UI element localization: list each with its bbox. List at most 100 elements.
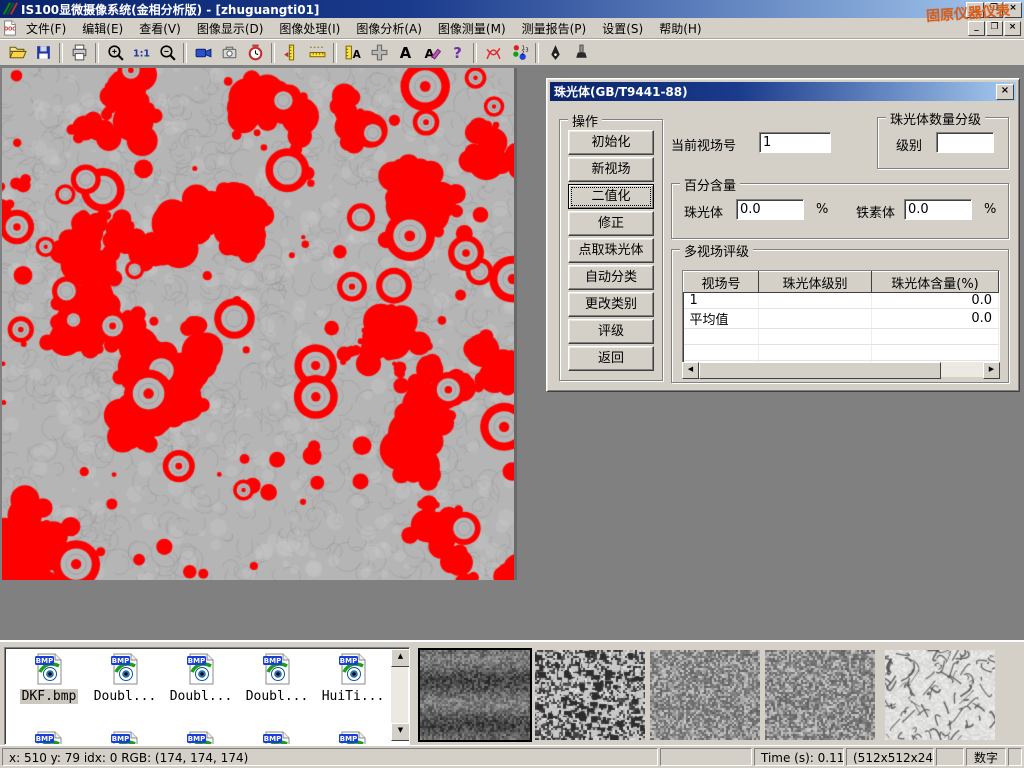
document-icon[interactable]: DOC — [2, 20, 18, 36]
file-item[interactable]: BMPDKF.bmp — [13, 652, 85, 704]
toolbar-separator — [333, 43, 337, 63]
file-item[interactable]: BMPDoubl... — [165, 652, 237, 704]
caliper-icon[interactable] — [278, 41, 304, 64]
pearlite-percent-input[interactable] — [736, 199, 804, 220]
table-row[interactable] — [684, 329, 1001, 345]
file-item-partial[interactable]: BMP — [317, 730, 389, 745]
count-points-icon[interactable]: 123 — [506, 41, 532, 64]
scroll-left-icon[interactable]: ◀ — [682, 362, 699, 379]
menu-item-measure-report[interactable]: 测量报告(P) — [514, 18, 595, 39]
file-name: Doubl... — [168, 689, 235, 704]
scroll-thumb[interactable] — [699, 362, 941, 379]
table-row[interactable]: 平均值0.0 — [684, 309, 1001, 329]
ferrite-percent-input[interactable] — [904, 199, 972, 220]
titlebar: IS100显微摄像系统(金相分析版) - [zhuguangti01] _ ❐ … — [0, 0, 1024, 18]
open-file-icon[interactable] — [4, 41, 30, 64]
menu-item-image-analysis[interactable]: 图像分析(A) — [348, 18, 430, 39]
menu-item-image-process[interactable]: 图像处理(I) — [271, 18, 348, 39]
timer-icon[interactable] — [242, 41, 268, 64]
scroll-up-icon[interactable]: ▲ — [391, 649, 410, 667]
zoom-out-icon[interactable] — [154, 41, 180, 64]
menu-item-image-measure[interactable]: 图像测量(M) — [430, 18, 514, 39]
op-button-8[interactable]: 评级 — [568, 319, 654, 344]
table-hscrollbar[interactable]: ◀ ▶ — [682, 362, 1000, 377]
help-icon[interactable]: ? — [444, 41, 470, 64]
table-header-1[interactable]: 视场号 — [684, 272, 759, 293]
file-item-partial[interactable]: BMP — [89, 730, 161, 745]
merge-icon[interactable] — [366, 41, 392, 64]
ruler-icon[interactable] — [304, 41, 330, 64]
op-button-7[interactable]: 更改类别 — [568, 292, 654, 317]
svg-text:DOC: DOC — [4, 27, 16, 33]
op-button-5[interactable]: 点取珠光体 — [568, 238, 654, 263]
thumbnail-2[interactable] — [535, 650, 645, 740]
op-button-4[interactable]: 修正 — [568, 211, 654, 236]
file-item[interactable]: BMPDoubl... — [241, 652, 313, 704]
text-style-icon[interactable]: A — [418, 41, 444, 64]
operation-group: 操作 初始化新视场二值化修正点取珠光体自动分类更改类别评级返回 — [559, 119, 663, 381]
menu-item-view[interactable]: 查看(V) — [131, 18, 189, 39]
op-button-1[interactable]: 初始化 — [568, 130, 654, 155]
thumbnail-3[interactable] — [650, 650, 760, 740]
brush-icon[interactable] — [568, 41, 594, 64]
measure-label-icon[interactable]: A — [340, 41, 366, 64]
video-camera-icon[interactable] — [190, 41, 216, 64]
table-header-4[interactable]: 铁素体 — [999, 272, 1001, 293]
print-icon[interactable] — [66, 41, 92, 64]
svg-text:A: A — [399, 45, 411, 62]
file-item-partial[interactable]: BMP — [13, 730, 85, 745]
menu-item-help[interactable]: 帮助(H) — [651, 18, 709, 39]
table-row[interactable] — [684, 345, 1001, 361]
current-field-label: 当前视场号 — [671, 135, 736, 154]
curve-tool-icon[interactable] — [480, 41, 506, 64]
dialog-titlebar[interactable]: 珠光体(GB/T9441-88) × — [550, 82, 1016, 101]
table-header-2[interactable]: 珠光体级别 — [759, 272, 872, 293]
file-item[interactable]: BMPDoubl... — [89, 652, 161, 704]
svg-text:1:1: 1:1 — [132, 49, 149, 60]
current-field-input[interactable] — [759, 132, 831, 153]
table-header-3[interactable]: 珠光体含量(%) — [872, 272, 999, 293]
rating-table[interactable]: 视场号珠光体级别珠光体含量(%)铁素体10.0平均值0.0 — [682, 270, 1000, 376]
menu-item-file[interactable]: 文件(F) — [18, 18, 74, 39]
dialog-close-icon[interactable]: × — [996, 84, 1014, 100]
bmp-file-icon: BMP — [260, 675, 294, 689]
level-input[interactable] — [936, 132, 994, 153]
file-list-vscrollbar[interactable]: ▲ ▼ — [391, 649, 408, 741]
file-item-partial[interactable]: BMP — [241, 730, 313, 745]
file-item-partial[interactable]: BMP — [165, 730, 237, 745]
actual-size-icon[interactable]: 1:1 — [128, 41, 154, 64]
zoom-in-icon[interactable] — [102, 41, 128, 64]
svg-text:A: A — [352, 49, 361, 61]
file-item[interactable]: BMPHuiTi... — [317, 652, 389, 704]
capture-icon[interactable] — [216, 41, 242, 64]
op-button-2[interactable]: 新视场 — [568, 157, 654, 182]
svg-text:A: A — [424, 46, 434, 61]
scroll-right-icon[interactable]: ▶ — [983, 362, 1000, 379]
dialog-title: 珠光体(GB/T9441-88) — [554, 83, 688, 100]
mdi-minimize-icon[interactable]: _ — [968, 21, 985, 36]
micrograph-image[interactable] — [2, 68, 514, 580]
scroll-down-icon[interactable]: ▼ — [391, 723, 410, 741]
pen-icon[interactable] — [542, 41, 568, 64]
svg-text:BMP: BMP — [36, 735, 53, 743]
op-button-3[interactable]: 二值化 — [568, 184, 654, 209]
menu-item-image-display[interactable]: 图像显示(D) — [189, 18, 272, 39]
ferrite-unit: % — [984, 202, 996, 217]
thumbnail-4[interactable] — [765, 650, 875, 740]
menu-item-edit[interactable]: 编辑(E) — [74, 18, 131, 39]
mdi-close-icon[interactable]: × — [1004, 21, 1021, 36]
text-icon[interactable]: A — [392, 41, 418, 64]
op-button-6[interactable]: 自动分类 — [568, 265, 654, 290]
thumbnail-1[interactable] — [420, 650, 530, 740]
op-button-9[interactable]: 返回 — [568, 346, 654, 371]
table-row[interactable]: 10.0 — [684, 293, 1001, 309]
ferrite-label: 铁素体 — [856, 202, 895, 221]
bottom-panel: ▲ ▼ BMPDKF.bmpBMPDoubl...BMPDoubl...BMPD… — [0, 640, 1024, 747]
menubar: DOC 文件(F)编辑(E)查看(V)图像显示(D)图像处理(I)图像分析(A)… — [0, 18, 1024, 39]
save-icon[interactable] — [30, 41, 56, 64]
menu-item-settings[interactable]: 设置(S) — [594, 18, 651, 39]
status-empty-1 — [660, 748, 752, 766]
mdi-restore-icon[interactable]: ❐ — [986, 21, 1003, 36]
thumbnail-5[interactable] — [885, 650, 995, 740]
toolbar-separator — [95, 43, 99, 63]
